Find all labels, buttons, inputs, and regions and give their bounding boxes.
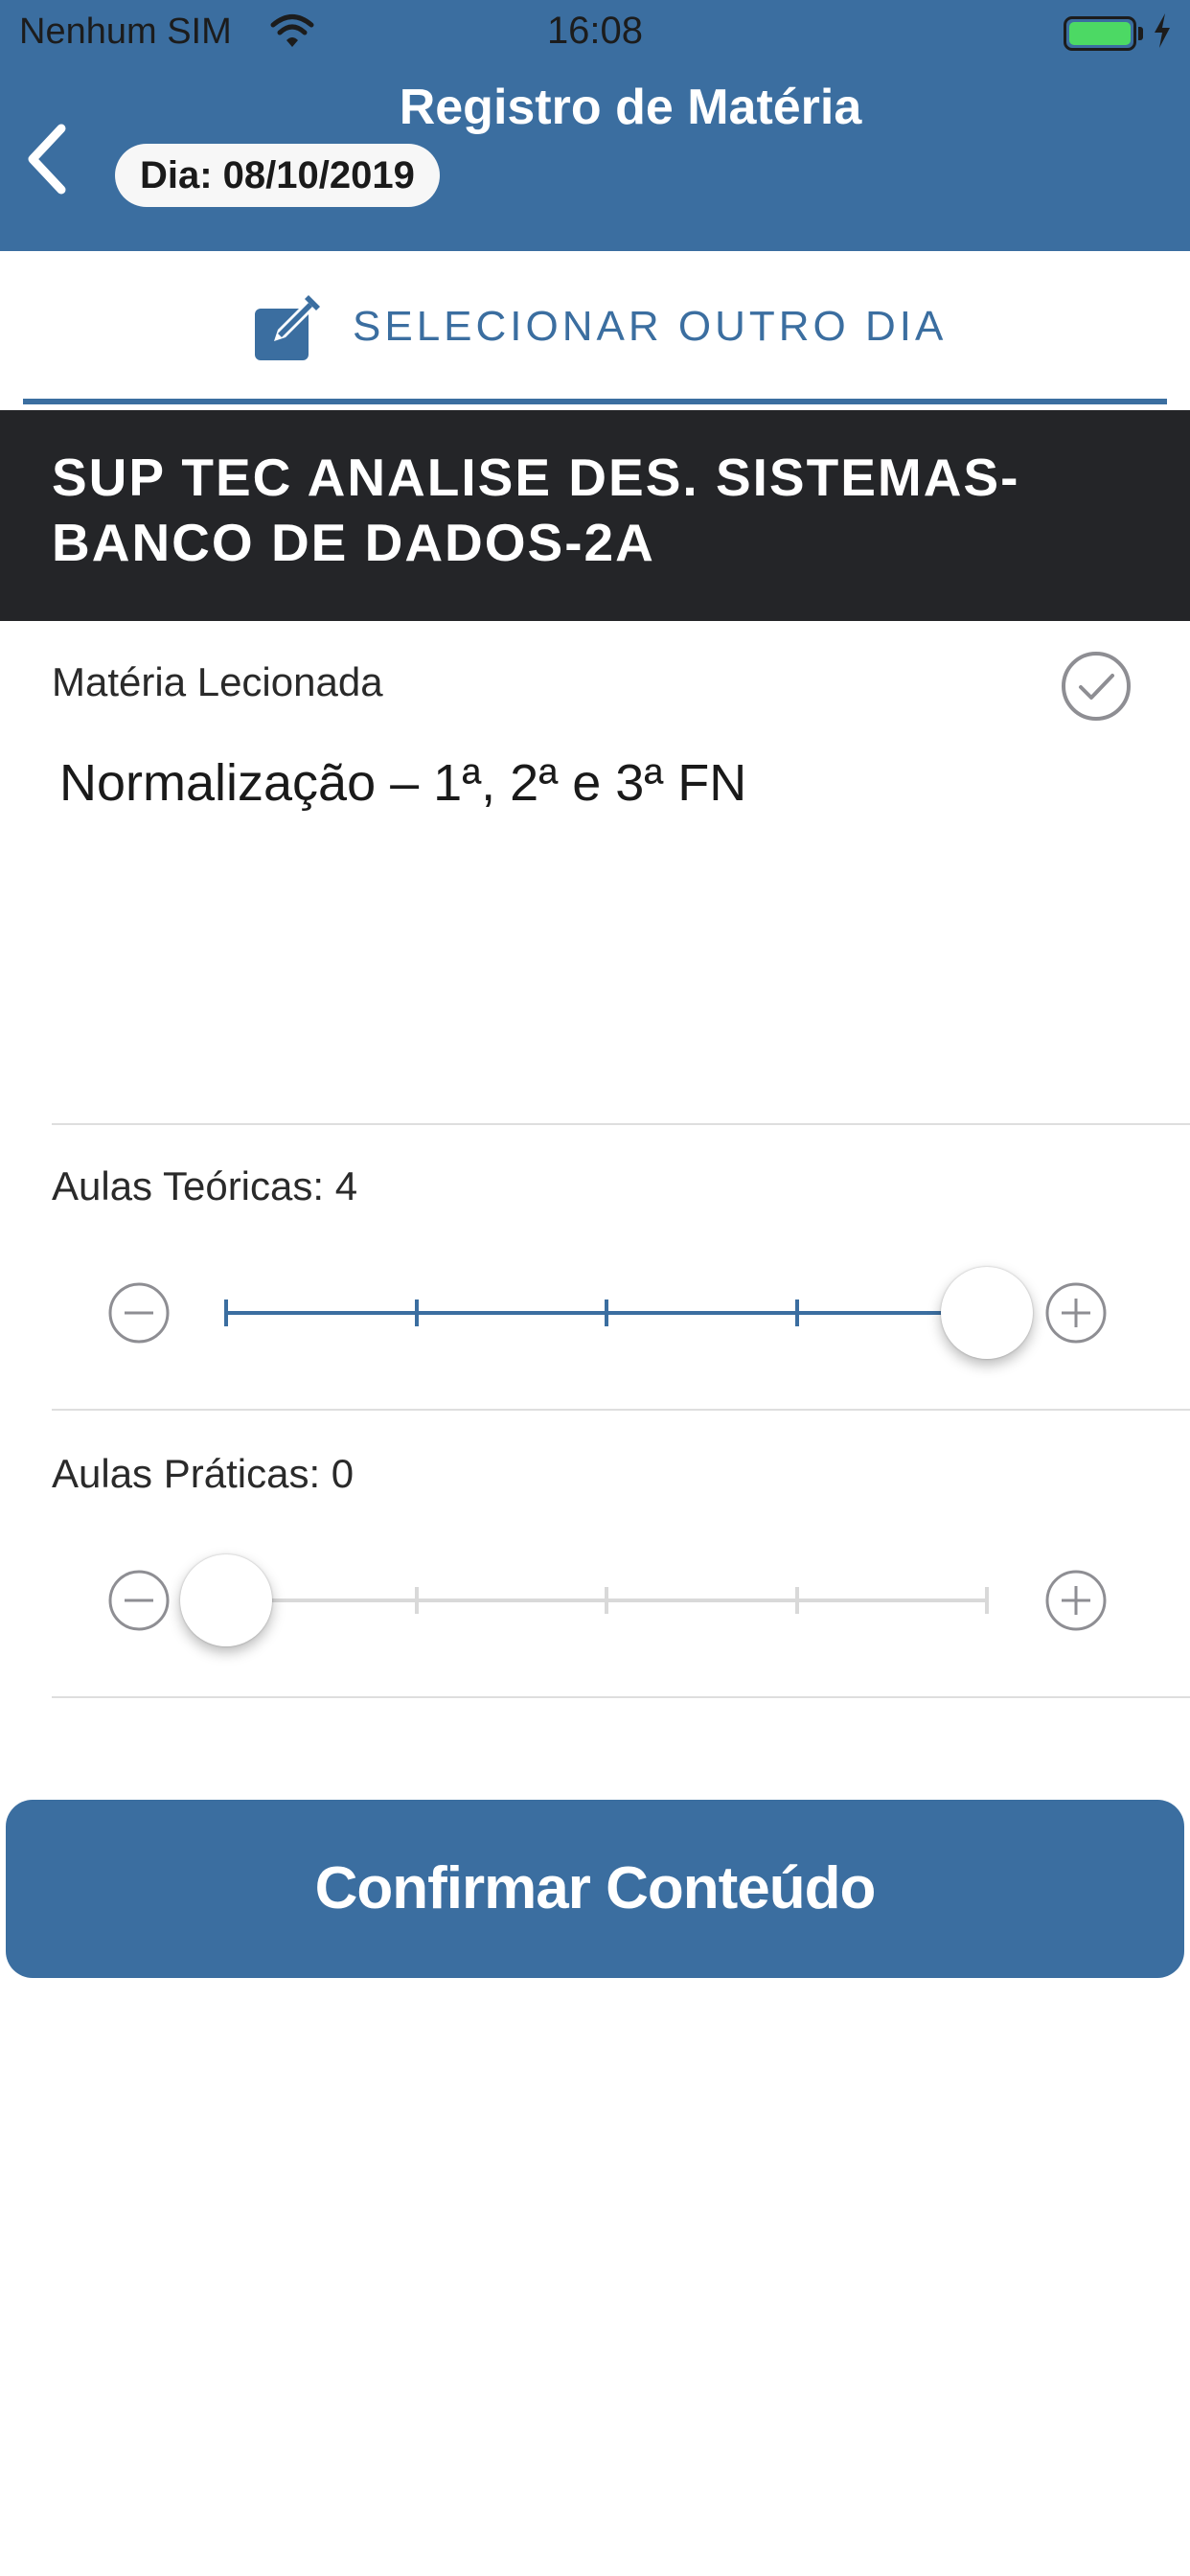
slider-thumb[interactable] bbox=[941, 1267, 1033, 1359]
course-header: SUP TEC ANALISE DES. SISTEMAS-BANCO DE D… bbox=[0, 410, 1190, 621]
plus-circle-icon[interactable] bbox=[1044, 1569, 1108, 1632]
tab-indicator bbox=[23, 399, 1167, 404]
status-time: 16:08 bbox=[546, 10, 644, 52]
select-other-day-label: SELECIONAR OUTRO DIA bbox=[353, 303, 948, 350]
battery-icon bbox=[1064, 16, 1136, 51]
plus-circle-icon[interactable] bbox=[1044, 1281, 1108, 1345]
charging-bolt-icon bbox=[1155, 13, 1170, 48]
page-title: Registro de Matéria bbox=[399, 80, 862, 135]
date-badge: Dia: 08/10/2019 bbox=[115, 144, 440, 207]
confirm-content-button[interactable]: Confirmar Conteúdo bbox=[6, 1800, 1184, 1978]
divider bbox=[52, 1696, 1190, 1698]
slider-thumb[interactable] bbox=[180, 1554, 272, 1646]
aulas-praticas-label: Aulas Práticas: 0 bbox=[52, 1451, 355, 1496]
minus-circle-icon[interactable] bbox=[107, 1281, 171, 1345]
divider bbox=[52, 1123, 1190, 1125]
course-title: SUP TEC ANALISE DES. SISTEMAS-BANCO DE D… bbox=[52, 448, 1020, 572]
aulas-teoricas-label: Aulas Teóricas: 4 bbox=[52, 1163, 358, 1208]
select-other-day-button[interactable]: SELECIONAR OUTRO DIA bbox=[0, 251, 1190, 402]
check-circle-icon[interactable] bbox=[1060, 650, 1133, 723]
divider bbox=[52, 1409, 1190, 1411]
battery-cap bbox=[1138, 27, 1143, 40]
edit-icon bbox=[255, 295, 320, 360]
materia-input[interactable]: Normalização – 1ª, 2ª e 3ª FN bbox=[59, 753, 746, 813]
slider-tick bbox=[414, 1300, 419, 1326]
slider-tick bbox=[794, 1300, 799, 1326]
navigation-header: Nenhum SIM 16:08 Registro de Matéria Dia… bbox=[0, 0, 1190, 251]
slider-tick bbox=[224, 1300, 228, 1326]
slider-tick bbox=[605, 1587, 608, 1614]
slider-tick bbox=[414, 1587, 419, 1614]
slider-tick bbox=[985, 1587, 989, 1614]
minus-circle-icon[interactable] bbox=[107, 1569, 171, 1632]
materia-label: Matéria Lecionada bbox=[52, 659, 383, 704]
slider-tick bbox=[794, 1587, 799, 1614]
slider-tick bbox=[605, 1300, 608, 1326]
